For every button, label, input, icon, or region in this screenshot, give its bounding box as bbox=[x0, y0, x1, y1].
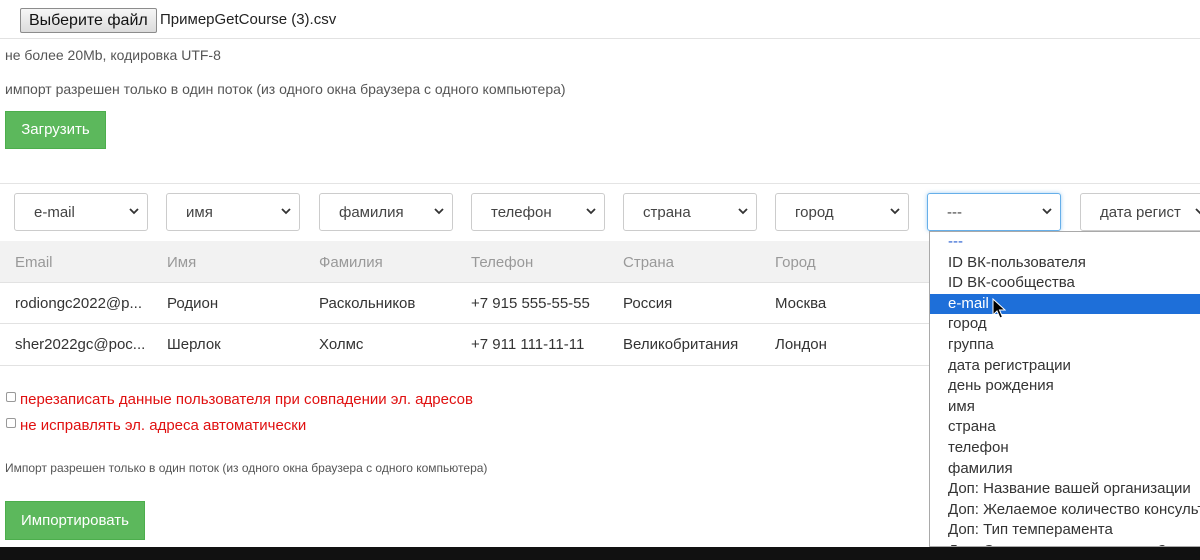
dropdown-option[interactable]: ID ВК-пользователя bbox=[930, 253, 1200, 274]
dropdown-option[interactable]: страна bbox=[930, 417, 1200, 438]
column-select[interactable]: телефон bbox=[471, 193, 605, 231]
dropdown-option[interactable]: e-mail bbox=[930, 293, 1200, 315]
chevron-down-icon bbox=[1195, 208, 1200, 215]
dropdown-option[interactable]: Доп: Сколько денег вы несете? bbox=[930, 541, 1200, 546]
cell-country: Россия bbox=[623, 295, 673, 312]
column-select-value: фамилия bbox=[339, 204, 404, 221]
column-select[interactable]: страна bbox=[623, 193, 757, 231]
chevron-down-icon bbox=[129, 208, 139, 215]
chevron-down-icon bbox=[434, 208, 444, 215]
dropdown-option[interactable]: Доп: Название вашей организации bbox=[930, 479, 1200, 500]
column-select[interactable]: город bbox=[775, 193, 909, 231]
cell-surname: Раскольников bbox=[319, 295, 416, 312]
cell-email: sher2022gc@poc... bbox=[15, 336, 146, 353]
dropdown-option[interactable]: Доп: Тип темперамента bbox=[930, 520, 1200, 541]
dropdown-option[interactable]: фамилия bbox=[930, 459, 1200, 480]
chevron-down-icon bbox=[738, 208, 748, 215]
mouse-cursor-icon bbox=[992, 298, 1006, 319]
column-select[interactable]: e-mail bbox=[14, 193, 148, 231]
cell-name: Родион bbox=[167, 295, 219, 312]
header-country: Страна bbox=[623, 254, 675, 271]
upload-button[interactable]: Загрузить bbox=[5, 111, 106, 149]
header-surname: Фамилия bbox=[319, 254, 383, 271]
column-select[interactable]: имя bbox=[166, 193, 300, 231]
column-select-value: страна bbox=[643, 204, 691, 221]
cell-phone: +7 911 111-11-11 bbox=[471, 336, 585, 353]
bottom-bar bbox=[0, 547, 1200, 560]
chevron-down-icon bbox=[281, 208, 291, 215]
cell-phone: +7 915 555-55-55 bbox=[471, 295, 590, 312]
chevron-down-icon bbox=[1042, 208, 1052, 215]
dropdown-option[interactable]: телефон bbox=[930, 438, 1200, 459]
header-name: Имя bbox=[167, 254, 197, 271]
file-chooser-row: Выберите файл ПримерGetCourse (3).csv bbox=[0, 0, 1200, 39]
column-select[interactable]: дата регист bbox=[1080, 193, 1200, 231]
column-select-value: телефон bbox=[491, 204, 552, 221]
no-fix-option: не исправлять эл. адреса автоматически bbox=[6, 417, 306, 434]
overwrite-label: перезаписать данные пользователя при сов… bbox=[20, 391, 473, 408]
no-fix-checkbox[interactable] bbox=[6, 418, 16, 428]
choose-file-button[interactable]: Выберите файл bbox=[20, 8, 157, 33]
cell-country: Великобритания bbox=[623, 336, 739, 353]
column-select-value: e-mail bbox=[34, 204, 75, 221]
cell-email: rodiongc2022@p... bbox=[15, 295, 142, 312]
column-select[interactable]: --- bbox=[927, 193, 1061, 231]
column-select-value: город bbox=[795, 204, 834, 221]
cell-city: Москва bbox=[775, 295, 827, 312]
dropdown-option[interactable]: --- bbox=[930, 232, 1200, 253]
cell-city: Лондон bbox=[775, 336, 827, 353]
size-hint: не более 20Mb, кодировка UTF-8 bbox=[5, 47, 221, 63]
dropdown-option[interactable]: город bbox=[930, 314, 1200, 335]
header-email: Email bbox=[15, 254, 53, 271]
divider bbox=[0, 183, 1200, 184]
dropdown-option[interactable]: день рождения bbox=[930, 376, 1200, 397]
cell-surname: Холмс bbox=[319, 336, 364, 353]
selected-file-name: ПримерGetCourse (3).csv bbox=[160, 11, 337, 28]
dropdown-option[interactable]: ID ВК-сообщества bbox=[930, 273, 1200, 294]
header-phone: Телефон bbox=[471, 254, 534, 271]
chevron-down-icon bbox=[586, 208, 596, 215]
dropdown-option[interactable]: группа bbox=[930, 335, 1200, 356]
chevron-down-icon bbox=[890, 208, 900, 215]
column-select[interactable]: фамилия bbox=[319, 193, 453, 231]
overwrite-option: перезаписать данные пользователя при сов… bbox=[6, 391, 473, 408]
cell-name: Шерлок bbox=[167, 336, 221, 353]
column-select-value: имя bbox=[186, 204, 213, 221]
dropdown-option[interactable]: Доп: Желаемое количество консультаций bbox=[930, 500, 1200, 521]
dropdown-option[interactable]: дата регистрации bbox=[930, 356, 1200, 377]
dropdown-option[interactable]: имя bbox=[930, 397, 1200, 418]
import-button[interactable]: Импортировать bbox=[5, 501, 145, 540]
thread-hint-bottom: Импорт разрешен только в один поток (из … bbox=[5, 461, 488, 475]
no-fix-label: не исправлять эл. адреса автоматически bbox=[20, 417, 307, 434]
column-select-value: дата регист bbox=[1100, 204, 1181, 221]
column-dropdown-list[interactable]: --- ID ВК-пользователя ID ВК-сообщества e-m… bbox=[929, 231, 1200, 547]
overwrite-checkbox[interactable] bbox=[6, 392, 16, 402]
column-select-value: --- bbox=[947, 204, 962, 221]
header-city: Город bbox=[775, 254, 816, 271]
thread-hint: импорт разрешен только в один поток (из … bbox=[5, 81, 566, 97]
